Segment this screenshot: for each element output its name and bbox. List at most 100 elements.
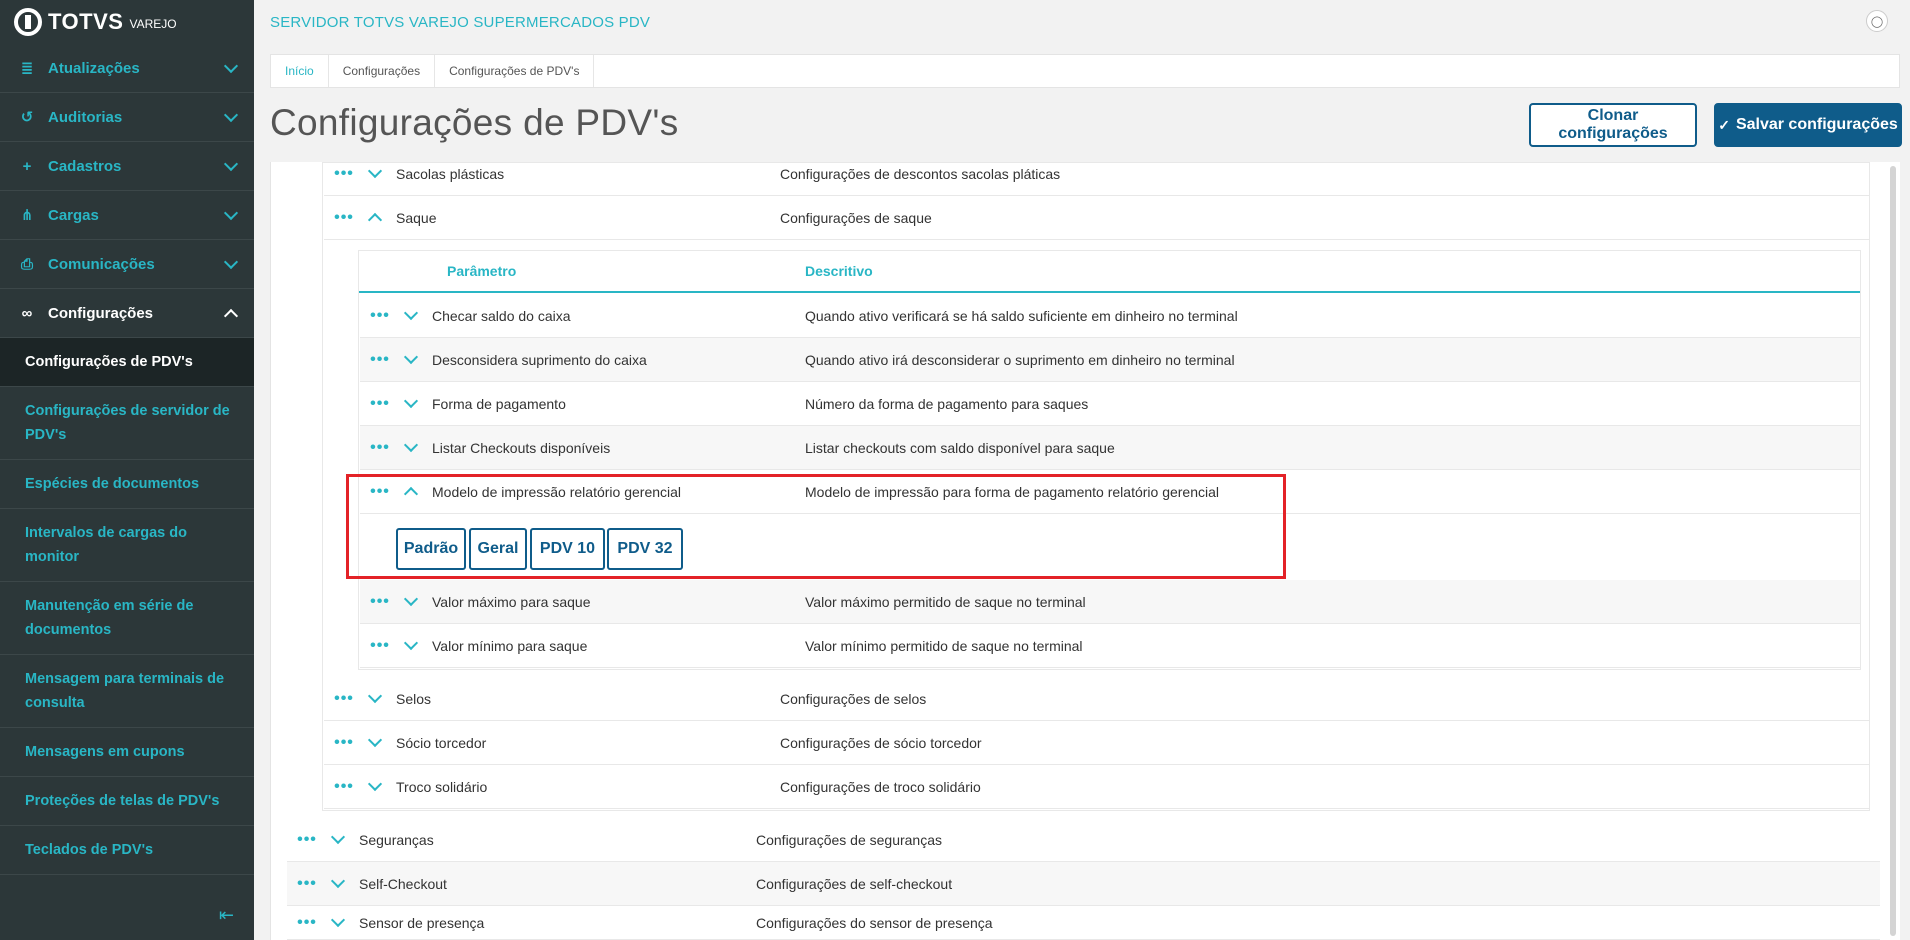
sidebar-item-label: Auditorias: [48, 108, 123, 126]
chevron-down-icon[interactable]: [403, 393, 419, 409]
param-desc: Listar checkouts com saldo disponível pa…: [805, 439, 1115, 456]
chevron-down-icon[interactable]: [403, 305, 419, 321]
column-header-descritivo: Descritivo: [805, 263, 873, 279]
more-options-icon[interactable]: •••: [324, 209, 364, 227]
more-options-icon[interactable]: •••: [360, 593, 400, 611]
chevron-down-icon[interactable]: [403, 635, 419, 651]
group-name: Saque: [396, 209, 437, 226]
param-row-valor-minimo[interactable]: ••• Valor mínimo para saque Valor mínimo…: [360, 624, 1860, 668]
more-options-icon[interactable]: •••: [324, 778, 364, 796]
section-row-sensor-presenca[interactable]: ••• Sensor de presença Configurações do …: [287, 906, 1880, 940]
brand-name: TOTVS: [48, 9, 124, 34]
more-options-icon[interactable]: •••: [287, 831, 327, 849]
more-options-icon[interactable]: •••: [324, 165, 364, 183]
chevron-down-icon[interactable]: [403, 437, 419, 453]
check-icon: ✓: [1718, 116, 1730, 133]
chevron-down-icon[interactable]: [367, 688, 383, 704]
more-options-icon[interactable]: •••: [287, 875, 327, 893]
chevron-down-icon[interactable]: [367, 163, 383, 179]
sidebar-item-atualizacoes[interactable]: ≣ Atualizações: [0, 44, 254, 93]
chevron-down-icon[interactable]: [330, 912, 346, 928]
param-row-valor-maximo[interactable]: ••• Valor máximo para saque Valor máximo…: [360, 580, 1860, 624]
user-icon[interactable]: ◯: [1866, 10, 1888, 32]
sidebar-item-auditorias[interactable]: ↺ Auditorias: [0, 93, 254, 142]
chevron-down-icon: [223, 254, 239, 269]
sidebar-item-cadastros[interactable]: + Cadastros: [0, 142, 254, 191]
submenu-item-mensagens-cupons[interactable]: Mensagens em cupons: [0, 728, 254, 777]
section-desc: Configurações do sensor de presença: [756, 914, 993, 931]
server-title: SERVIDOR TOTVS VAREJO SUPERMERCADOS PDV: [270, 13, 651, 31]
breadcrumb-configuracoes[interactable]: Configurações: [329, 55, 436, 87]
submenu-item-mensagem-terminais[interactable]: Mensagem para terminais de consulta: [0, 655, 254, 728]
sidebar-item-configuracoes[interactable]: ∞ Configurações: [0, 289, 254, 338]
chevron-up-icon[interactable]: [367, 212, 383, 228]
group-row-socio-torcedor[interactable]: ••• Sócio torcedor Configurações de sóci…: [324, 721, 1869, 765]
chevron-down-icon[interactable]: [403, 349, 419, 365]
submenu-item-manutencao-serie[interactable]: Manutenção em série de documentos: [0, 582, 254, 655]
param-name: Listar Checkouts disponíveis: [432, 439, 611, 456]
section-name: Self-Checkout: [359, 875, 447, 892]
more-options-icon[interactable]: •••: [360, 439, 400, 457]
collapse-menu-icon[interactable]: ⇤: [219, 905, 234, 926]
section-row-segurancas[interactable]: ••• Seguranças Configurações de seguranç…: [287, 818, 1880, 862]
param-row-checar-saldo[interactable]: ••• Checar saldo do caixa Quando ativo v…: [360, 294, 1860, 338]
group-name: Sócio torcedor: [396, 734, 487, 751]
more-options-icon[interactable]: •••: [324, 734, 364, 752]
chevron-down-icon[interactable]: [330, 829, 346, 845]
group-row-saque[interactable]: ••• Saque Configurações de saque: [324, 196, 1869, 240]
chevron-down-icon[interactable]: [330, 873, 346, 889]
submenu-item-protecoes-telas[interactable]: Proteções de telas de PDV's: [0, 777, 254, 826]
param-name: Valor máximo para saque: [432, 593, 591, 610]
header-divider: [359, 291, 1860, 293]
section-row-self-checkout[interactable]: ••• Self-Checkout Configurações de self-…: [287, 862, 1880, 906]
section-desc: Configurações de seguranças: [756, 831, 943, 848]
document-sync-icon: ⎙: [20, 255, 33, 273]
more-options-icon[interactable]: •••: [360, 307, 400, 325]
group-desc: Configurações de troco solidário: [780, 778, 981, 795]
scrollbar[interactable]: [1890, 166, 1896, 936]
chevron-down-icon[interactable]: [367, 776, 383, 792]
brand-logo[interactable]: TOTVS VAREJO: [0, 0, 254, 44]
submenu-item-configuracoes-servidor[interactable]: Configurações de servidor de PDV's: [0, 387, 254, 460]
chevron-down-icon[interactable]: [403, 591, 419, 607]
sidebar-item-label: Atualizações: [48, 59, 140, 77]
group-desc: Configurações de sócio torcedor: [780, 734, 982, 751]
group-name: Troco solidário: [396, 778, 488, 795]
sidebar-item-cargas[interactable]: ⋔ Cargas: [0, 191, 254, 240]
server-icon: ≣: [20, 60, 34, 77]
submenu-item-especies-documentos[interactable]: Espécies de documentos: [0, 460, 254, 509]
chevron-up-icon: [223, 308, 239, 323]
group-desc: Configurações de saque: [780, 209, 932, 226]
submenu-item-teclados[interactable]: Teclados de PDV's: [0, 826, 254, 875]
page-title: Configurações de PDV's: [270, 102, 679, 143]
group-name: Selos: [396, 690, 432, 707]
save-config-button[interactable]: ✓ Salvar configurações: [1714, 103, 1902, 147]
section-name: Sensor de presença: [359, 914, 485, 931]
add-user-icon: +: [22, 157, 32, 175]
top-bar: SERVIDOR TOTVS VAREJO SUPERMERCADOS PDV …: [254, 0, 1910, 44]
param-name: Valor mínimo para saque: [432, 637, 588, 654]
more-options-icon[interactable]: •••: [360, 637, 400, 655]
clone-config-button[interactable]: Clonar configurações: [1529, 103, 1697, 147]
more-options-icon[interactable]: •••: [360, 395, 400, 413]
sidebar-item-label: Configurações: [48, 304, 154, 322]
chevron-down-icon[interactable]: [367, 732, 383, 748]
param-name: Desconsidera suprimento do caixa: [432, 351, 647, 368]
group-row-sacolas[interactable]: ••• Sacolas plásticas Configurações de d…: [324, 152, 1869, 196]
sidebar-item-comunicacoes[interactable]: ⎙ Comunicações: [0, 240, 254, 289]
param-row-forma-pagamento[interactable]: ••• Forma de pagamento Número da forma d…: [360, 382, 1860, 426]
group-row-troco-solidario[interactable]: ••• Troco solidário Configurações de tro…: [324, 765, 1869, 809]
param-row-listar-checkouts[interactable]: ••• Listar Checkouts disponíveis Listar …: [360, 426, 1860, 470]
more-options-icon[interactable]: •••: [360, 351, 400, 369]
more-options-icon[interactable]: •••: [287, 914, 327, 932]
chevron-down-icon: [223, 205, 239, 220]
breadcrumb-inicio[interactable]: Início: [271, 55, 329, 87]
param-row-desconsidera-suprimento[interactable]: ••• Desconsidera suprimento do caixa Qua…: [360, 338, 1860, 382]
chevron-down-icon: [223, 107, 239, 122]
submenu-item-intervalos-cargas[interactable]: Intervalos de cargas do monitor: [0, 509, 254, 582]
param-desc: Valor mínimo permitido de saque no termi…: [805, 637, 1083, 654]
brand-sub: VAREJO: [129, 17, 177, 31]
more-options-icon[interactable]: •••: [324, 690, 364, 708]
group-row-selos[interactable]: ••• Selos Configurações de selos: [324, 677, 1869, 721]
submenu-item-configuracoes-pdv[interactable]: Configurações de PDV's: [0, 338, 254, 387]
